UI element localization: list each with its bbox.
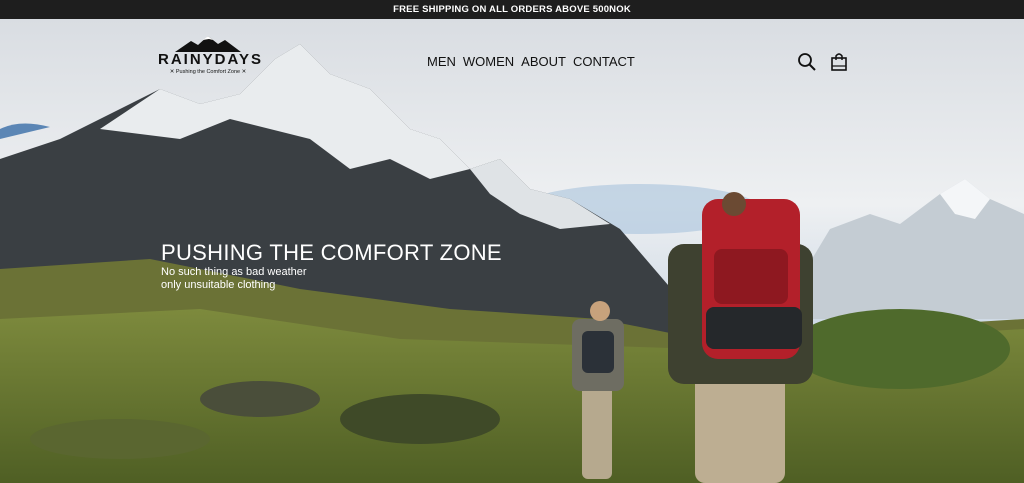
nav-contact[interactable]: CONTACT (573, 54, 635, 69)
announcement-text: FREE SHIPPING ON ALL ORDERS ABOVE 500NOK (393, 4, 631, 15)
header-actions (797, 52, 849, 72)
hero-subtitle-line1: No such thing as bad weather (161, 266, 307, 278)
hero-banner: RAINYDAYS ✕ Pushing the Comfort Zone ✕ M… (0, 19, 1024, 483)
hero-text: PUSHING THE COMFORT ZONE No such thing a… (161, 240, 502, 292)
shopping-bag-icon[interactable] (829, 52, 849, 72)
search-icon[interactable] (797, 52, 817, 72)
nav-women[interactable]: WOMEN (463, 54, 514, 69)
announcement-bar: FREE SHIPPING ON ALL ORDERS ABOVE 500NOK (0, 0, 1024, 19)
nav-about[interactable]: ABOUT (521, 54, 566, 69)
brand-tagline: ✕ Pushing the Comfort Zone ✕ (169, 69, 247, 75)
hero-image (0, 19, 1024, 483)
brand-logo[interactable]: RAINYDAYS ✕ Pushing the Comfort Zone ✕ (158, 35, 263, 75)
main-nav: MEN WOMEN ABOUT CONTACT (427, 54, 635, 69)
hero-subtitle-line2: only unsuitable clothing (161, 279, 276, 291)
brand-name: RAINYDAYS (158, 51, 263, 68)
hero-title: PUSHING THE COMFORT ZONE (161, 240, 502, 265)
nav-men[interactable]: MEN (427, 54, 456, 69)
